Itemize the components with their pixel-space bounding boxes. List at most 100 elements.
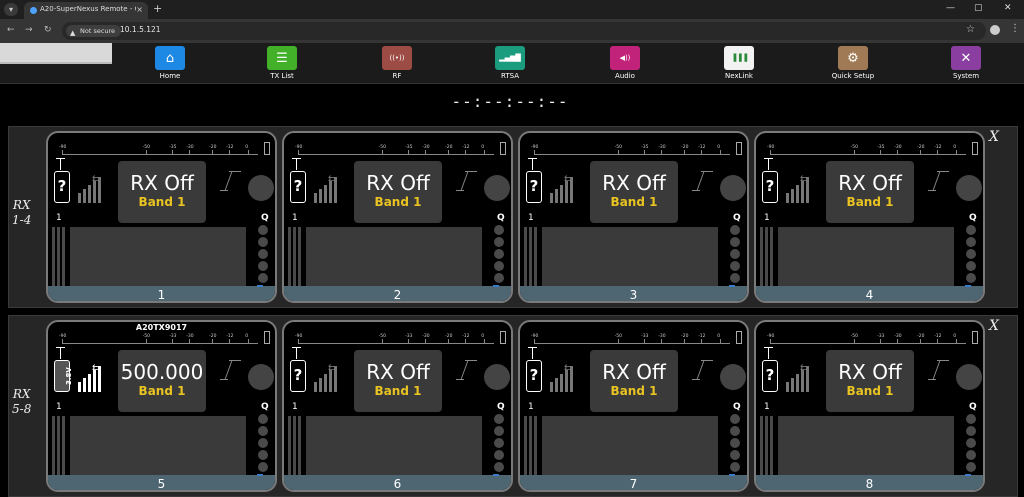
channel-label: 1 [764,402,770,412]
group-label: RX 5-8 [12,387,31,417]
battery-icon: ? [526,360,542,392]
meter-label: -90 [59,145,67,150]
frequency-display[interactable]: RX Off Band 1 [590,161,678,223]
nav-label: TX List [270,72,294,80]
close-window-button[interactable]: ✕ [1004,3,1012,13]
audio-level-meter [288,227,302,287]
receiver-number[interactable]: 7 [520,475,747,490]
bookmark-star-icon[interactable]: ☆ [966,24,975,35]
new-tab-button[interactable]: + [153,2,162,15]
quality-dot [494,426,504,436]
channel-label: 1 [528,402,534,412]
address-bar[interactable]: ▲ Not secure 10.1.5.121 [62,22,986,40]
meter-label: -33 [169,334,177,339]
quality-dot [494,249,504,259]
nav-item-quick-setup[interactable]: ⚙ Quick Setup [823,46,883,80]
meter-label: -20 [681,145,689,150]
meter-label: -33 [405,334,413,339]
meter-tick [408,150,410,154]
group-label: RX 1-4 [12,198,31,228]
nav-item-nexlink[interactable]: ▐▐▐ NexLink [709,46,769,80]
rx-card[interactable]: -90 -50 -35 -30 -20 -12 0? ⇇ RX Off Band 1 1 Q 1 [46,131,277,303]
group-label-line2: 5-8 [12,402,32,416]
meter-label: -50 [378,145,386,150]
battery-icon: ? [290,171,306,203]
receiver-number[interactable]: 1 [48,286,275,301]
rx-card[interactable]: -90 -50 -33 -30 -20 -12 0? ⇇ RX Off Band 1 1 Q 8 [754,320,985,492]
frequency-display[interactable]: RX Off Band 1 [354,161,442,223]
footer-marker [493,285,499,287]
meter-tick [425,339,427,343]
nav-item-rtsa[interactable]: ▂▄▆█ RTSA [480,46,540,80]
audio-bar [57,227,60,287]
signal-bar [555,189,558,203]
list-icon: ☰ [267,46,297,70]
status-led-icon [956,364,982,390]
frequency-display[interactable]: RX Off Band 1 [354,350,442,412]
forward-button[interactable]: → [25,25,33,35]
receiver-number[interactable]: 6 [284,475,511,490]
rx-card[interactable]: -90 -50 -35 -30 -20 -12 0? ⇇ RX Off Band 1 1 Q 2 [282,131,513,303]
rx-card[interactable]: -90 -50 -33 -30 -20 -12 0? ⇇ RX Off Band 1 1 Q 7 [518,320,749,492]
receiver-number[interactable]: 5 [48,475,275,490]
group-close-button[interactable]: X [989,129,999,145]
meter-tick [684,339,686,343]
channel-label: 1 [56,402,62,412]
arrow-left-icon: ⇇ [800,174,809,185]
meter-label: -90 [767,334,775,339]
receiver-number[interactable]: 8 [756,475,983,490]
signal-bar [78,382,81,392]
audio-bar [524,416,527,476]
back-button[interactable]: ← [7,25,15,35]
quality-label: Q [261,213,269,223]
group-close-button[interactable]: X [989,318,999,334]
rx-card[interactable]: -90 -50 -35 -30 -20 -12 0? ⇇ RX Off Band 1 1 Q 4 [754,131,985,303]
nav-item-audio[interactable]: ◀)) Audio [595,46,655,80]
squelch-line [224,171,233,191]
rx-card[interactable]: -90 -50 -33 -30 -20 -12 0? ⇇ RX Off Band 1 1 Q 6 [282,320,513,492]
band-label: Band 1 [610,384,658,398]
minimize-button[interactable]: — [946,3,955,13]
tab-close-icon[interactable]: × [136,5,143,14]
signal-strength-icon: ⇇ [786,175,818,203]
meter-tick [248,150,250,154]
frequency-display[interactable]: RX Off Band 1 [826,161,914,223]
squelch-line [465,171,477,172]
browser-menu-icon[interactable]: ⋮ [1010,23,1020,34]
tab-search-button[interactable]: ▾ [4,3,18,16]
nav-item-system[interactable]: ✕ System [936,46,996,80]
signal-bar [88,185,91,203]
quality-indicator [966,225,978,285]
frequency-display[interactable]: 500.000 Band 1 [118,350,206,412]
quality-indicator [258,414,270,474]
nav-item-rf[interactable]: ((•)) RF [367,46,427,80]
profile-icon[interactable] [990,25,1000,35]
meter-peak-box [264,331,270,344]
quality-dot [966,225,976,235]
rx-card[interactable]: A20TX9017 -90 -50 -33 -30 -20 -12 0 3.8V ⇇ 500.000… [46,320,277,492]
channel-label: 1 [292,402,298,412]
frequency-display[interactable]: RX Off Band 1 [590,350,678,412]
quality-dot [258,450,268,460]
frequency-display[interactable]: RX Off Band 1 [826,350,914,412]
security-chip[interactable]: ▲ Not secure [66,25,122,37]
audio-level-meter [760,227,774,287]
quality-dot [494,414,504,424]
group-label-line2: 1-4 [12,213,32,227]
nav-item-home[interactable]: ⌂ Home [140,46,200,80]
reload-button[interactable]: ↻ [44,25,52,35]
receiver-number[interactable]: 2 [284,286,511,301]
audio-bar [529,416,532,476]
browser-tab[interactable]: A20-SuperNexus Remote - Con × [24,2,148,19]
nav-label: Quick Setup [831,72,875,80]
rx-card[interactable]: -90 -50 -35 -30 -20 -12 0? ⇇ RX Off Band 1 1 Q 3 [518,131,749,303]
nav-item-tx-list[interactable]: ☰ TX List [252,46,312,80]
meter-label: -30 [422,145,430,150]
footer-marker [493,474,499,476]
meter-label: -12 [698,334,706,339]
maximize-button[interactable]: ▢ [974,3,983,13]
receiver-number[interactable]: 4 [756,286,983,301]
footer-marker [729,285,735,287]
frequency-display[interactable]: RX Off Band 1 [118,161,206,223]
receiver-number[interactable]: 3 [520,286,747,301]
